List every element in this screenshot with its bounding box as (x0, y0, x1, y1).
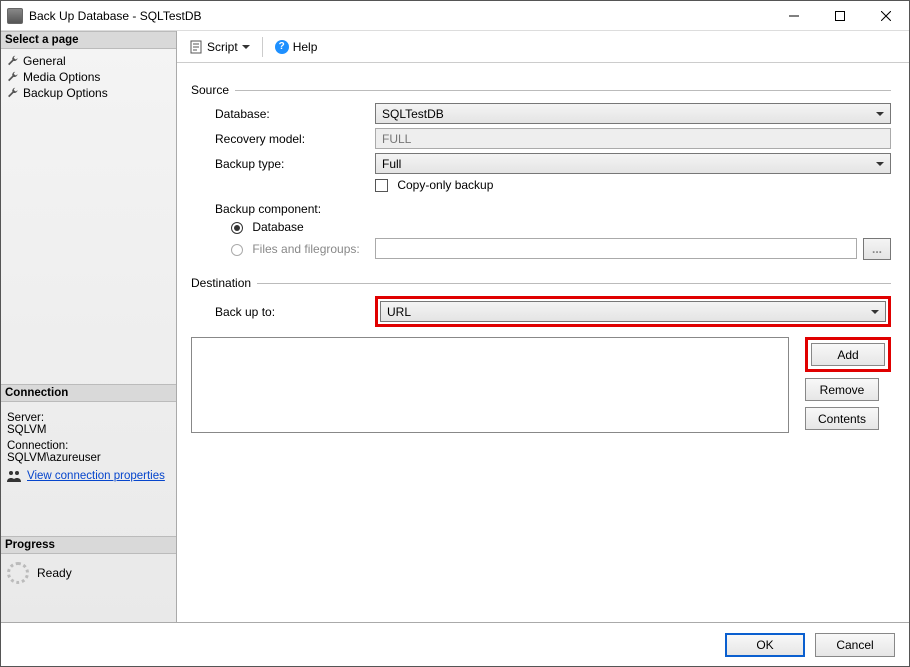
connection-header: Connection (1, 384, 176, 402)
form-body: Source Database: SQLTestDB Recovery mode… (177, 63, 909, 622)
progress-header: Progress (1, 536, 176, 554)
titlebar: Back Up Database - SQLTestDB (1, 1, 909, 31)
chevron-down-icon (876, 112, 884, 116)
radio-icon (231, 244, 243, 256)
close-button[interactable] (863, 1, 909, 31)
contents-button[interactable]: Contents (805, 407, 879, 430)
minimize-button[interactable] (771, 1, 817, 31)
destination-group-label: Destination (191, 276, 891, 290)
help-label: Help (293, 40, 318, 54)
backup-to-highlight: URL (375, 296, 891, 327)
backup-to-value: URL (387, 305, 411, 319)
script-button[interactable]: Script (185, 38, 254, 56)
select-page-header: Select a page (1, 31, 176, 49)
filegroups-browse-button: ... (863, 238, 891, 260)
wrench-icon (7, 71, 19, 83)
server-value: SQLVM (7, 424, 170, 436)
page-general[interactable]: General (3, 53, 174, 69)
chevron-down-icon (242, 45, 250, 49)
checkbox-icon (375, 179, 388, 192)
backup-to-dropdown[interactable]: URL (380, 301, 886, 322)
recovery-model-field: FULL (375, 128, 891, 149)
toolbar: Script ? Help (177, 31, 909, 63)
server-label: Server: (7, 412, 170, 424)
connection-label: Connection: (7, 440, 170, 452)
dialog-footer: OK Cancel (1, 622, 909, 666)
radio-files-label: Files and filegroups: (252, 242, 359, 256)
help-button[interactable]: ? Help (271, 38, 322, 56)
radio-files-and-filegroups[interactable]: Files and filegroups: (231, 242, 360, 256)
backup-to-label: Back up to: (191, 305, 375, 319)
page-backup-options[interactable]: Backup Options (3, 85, 174, 101)
destination-list[interactable] (191, 337, 789, 433)
page-label: Media Options (23, 70, 100, 84)
main-panel: Script ? Help Source Database: SQLTestDB (177, 31, 909, 622)
wrench-icon (7, 55, 19, 67)
backup-type-dropdown[interactable]: Full (375, 153, 891, 174)
script-label: Script (207, 40, 238, 54)
copy-only-label: Copy-only backup (397, 178, 493, 192)
radio-database-label: Database (252, 220, 303, 234)
backup-type-value: Full (382, 157, 401, 171)
connection-panel: Server: SQLVM Connection: SQLVM\azureuse… (1, 402, 176, 490)
backup-component-label: Backup component: (191, 202, 375, 216)
page-media-options[interactable]: Media Options (3, 69, 174, 85)
database-dropdown[interactable]: SQLTestDB (375, 103, 891, 124)
database-value: SQLTestDB (382, 107, 444, 121)
script-icon (189, 40, 203, 54)
database-icon (7, 8, 23, 24)
copy-only-checkbox[interactable]: Copy-only backup (375, 178, 493, 192)
database-label: Database: (191, 107, 375, 121)
chevron-down-icon (871, 310, 879, 314)
ok-button[interactable]: OK (725, 633, 805, 657)
spinner-icon (7, 562, 29, 584)
page-label: Backup Options (23, 86, 108, 100)
chevron-down-icon (876, 162, 884, 166)
backup-type-label: Backup type: (191, 157, 375, 171)
add-button[interactable]: Add (811, 343, 885, 366)
filegroups-field (375, 238, 857, 259)
progress-status: Ready (37, 566, 72, 580)
people-icon (7, 470, 21, 482)
help-icon: ? (275, 40, 289, 54)
connection-value: SQLVM\azureuser (7, 452, 170, 464)
cancel-button[interactable]: Cancel (815, 633, 895, 657)
source-group-label: Source (191, 83, 891, 97)
view-connection-link[interactable]: View connection properties (27, 470, 165, 482)
add-highlight: Add (805, 337, 891, 372)
remove-button[interactable]: Remove (805, 378, 879, 401)
page-label: General (23, 54, 66, 68)
recovery-model-label: Recovery model: (191, 132, 375, 146)
wrench-icon (7, 87, 19, 99)
sidebar: Select a page General Media Options Back… (1, 31, 177, 622)
window-title: Back Up Database - SQLTestDB (29, 9, 771, 23)
page-list: General Media Options Backup Options (1, 49, 176, 107)
recovery-model-value: FULL (382, 132, 411, 146)
progress-panel: Ready (1, 554, 176, 592)
radio-database[interactable]: Database (231, 220, 304, 234)
maximize-button[interactable] (817, 1, 863, 31)
radio-icon (231, 222, 243, 234)
